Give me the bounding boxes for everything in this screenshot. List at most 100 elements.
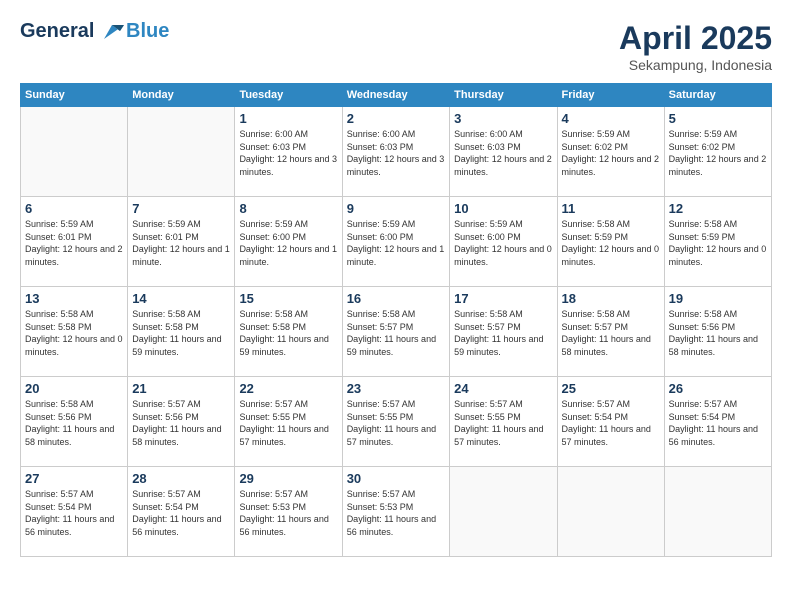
- calendar-cell: 24 Sunrise: 5:57 AMSunset: 5:55 PMDaylig…: [450, 377, 557, 467]
- day-info: Sunrise: 5:58 AMSunset: 5:58 PMDaylight:…: [25, 308, 123, 358]
- logo-general: General: [20, 20, 94, 42]
- calendar-cell: 8 Sunrise: 5:59 AMSunset: 6:00 PMDayligh…: [235, 197, 342, 287]
- day-number: 6: [25, 201, 123, 216]
- day-info: Sunrise: 5:57 AMSunset: 5:55 PMDaylight:…: [347, 398, 445, 448]
- day-of-week-wednesday: Wednesday: [342, 84, 449, 107]
- calendar-cell: 3 Sunrise: 6:00 AMSunset: 6:03 PMDayligh…: [450, 107, 557, 197]
- day-info: Sunrise: 5:57 AMSunset: 5:53 PMDaylight:…: [347, 488, 445, 538]
- day-number: 4: [562, 111, 660, 126]
- day-info: Sunrise: 6:00 AMSunset: 6:03 PMDaylight:…: [347, 128, 445, 178]
- day-number: 27: [25, 471, 123, 486]
- calendar-cell: 15 Sunrise: 5:58 AMSunset: 5:58 PMDaylig…: [235, 287, 342, 377]
- day-number: 30: [347, 471, 445, 486]
- calendar-cell: 12 Sunrise: 5:58 AMSunset: 5:59 PMDaylig…: [664, 197, 771, 287]
- day-info: Sunrise: 6:00 AMSunset: 6:03 PMDaylight:…: [239, 128, 337, 178]
- calendar-cell: 11 Sunrise: 5:58 AMSunset: 5:59 PMDaylig…: [557, 197, 664, 287]
- calendar-cell: 5 Sunrise: 5:59 AMSunset: 6:02 PMDayligh…: [664, 107, 771, 197]
- calendar-cell: 6 Sunrise: 5:59 AMSunset: 6:01 PMDayligh…: [21, 197, 128, 287]
- day-info: Sunrise: 5:57 AMSunset: 5:55 PMDaylight:…: [454, 398, 552, 448]
- day-number: 22: [239, 381, 337, 396]
- day-number: 19: [669, 291, 767, 306]
- day-number: 16: [347, 291, 445, 306]
- calendar-cell: [557, 467, 664, 557]
- calendar-cell: 22 Sunrise: 5:57 AMSunset: 5:55 PMDaylig…: [235, 377, 342, 467]
- calendar-cell: 14 Sunrise: 5:58 AMSunset: 5:58 PMDaylig…: [128, 287, 235, 377]
- calendar-week-row: 1 Sunrise: 6:00 AMSunset: 6:03 PMDayligh…: [21, 107, 772, 197]
- day-number: 11: [562, 201, 660, 216]
- day-info: Sunrise: 5:59 AMSunset: 6:00 PMDaylight:…: [347, 218, 445, 268]
- day-of-week-monday: Monday: [128, 84, 235, 107]
- calendar-cell: 18 Sunrise: 5:58 AMSunset: 5:57 PMDaylig…: [557, 287, 664, 377]
- day-of-week-tuesday: Tuesday: [235, 84, 342, 107]
- day-of-week-saturday: Saturday: [664, 84, 771, 107]
- calendar-cell: 27 Sunrise: 5:57 AMSunset: 5:54 PMDaylig…: [21, 467, 128, 557]
- calendar-cell: 26 Sunrise: 5:57 AMSunset: 5:54 PMDaylig…: [664, 377, 771, 467]
- day-info: Sunrise: 5:59 AMSunset: 6:01 PMDaylight:…: [25, 218, 123, 268]
- calendar-cell: 30 Sunrise: 5:57 AMSunset: 5:53 PMDaylig…: [342, 467, 449, 557]
- day-number: 21: [132, 381, 230, 396]
- calendar-cell: 1 Sunrise: 6:00 AMSunset: 6:03 PMDayligh…: [235, 107, 342, 197]
- calendar-cell: 9 Sunrise: 5:59 AMSunset: 6:00 PMDayligh…: [342, 197, 449, 287]
- day-number: 24: [454, 381, 552, 396]
- calendar-cell: 4 Sunrise: 5:59 AMSunset: 6:02 PMDayligh…: [557, 107, 664, 197]
- day-info: Sunrise: 5:57 AMSunset: 5:55 PMDaylight:…: [239, 398, 337, 448]
- day-number: 2: [347, 111, 445, 126]
- day-number: 26: [669, 381, 767, 396]
- day-of-week-sunday: Sunday: [21, 84, 128, 107]
- logo-blue: Blue: [126, 20, 169, 42]
- day-number: 28: [132, 471, 230, 486]
- calendar-week-row: 13 Sunrise: 5:58 AMSunset: 5:58 PMDaylig…: [21, 287, 772, 377]
- calendar-week-row: 20 Sunrise: 5:58 AMSunset: 5:56 PMDaylig…: [21, 377, 772, 467]
- title-block: April 2025 Sekampung, Indonesia: [619, 20, 772, 73]
- day-number: 7: [132, 201, 230, 216]
- day-info: Sunrise: 5:58 AMSunset: 5:59 PMDaylight:…: [562, 218, 660, 268]
- calendar-cell: 25 Sunrise: 5:57 AMSunset: 5:54 PMDaylig…: [557, 377, 664, 467]
- day-number: 9: [347, 201, 445, 216]
- day-info: Sunrise: 5:57 AMSunset: 5:54 PMDaylight:…: [132, 488, 230, 538]
- calendar-week-row: 27 Sunrise: 5:57 AMSunset: 5:54 PMDaylig…: [21, 467, 772, 557]
- day-info: Sunrise: 5:58 AMSunset: 5:57 PMDaylight:…: [347, 308, 445, 358]
- calendar-cell: 17 Sunrise: 5:58 AMSunset: 5:57 PMDaylig…: [450, 287, 557, 377]
- calendar-week-row: 6 Sunrise: 5:59 AMSunset: 6:01 PMDayligh…: [21, 197, 772, 287]
- day-info: Sunrise: 5:57 AMSunset: 5:54 PMDaylight:…: [562, 398, 660, 448]
- calendar-cell: 16 Sunrise: 5:58 AMSunset: 5:57 PMDaylig…: [342, 287, 449, 377]
- calendar-cell: 28 Sunrise: 5:57 AMSunset: 5:54 PMDaylig…: [128, 467, 235, 557]
- day-info: Sunrise: 5:59 AMSunset: 6:00 PMDaylight:…: [239, 218, 337, 268]
- day-info: Sunrise: 5:58 AMSunset: 5:58 PMDaylight:…: [239, 308, 337, 358]
- day-number: 29: [239, 471, 337, 486]
- calendar-cell: 7 Sunrise: 5:59 AMSunset: 6:01 PMDayligh…: [128, 197, 235, 287]
- day-info: Sunrise: 5:58 AMSunset: 5:58 PMDaylight:…: [132, 308, 230, 358]
- day-number: 3: [454, 111, 552, 126]
- calendar-cell: 10 Sunrise: 5:59 AMSunset: 6:00 PMDaylig…: [450, 197, 557, 287]
- calendar-cell: [664, 467, 771, 557]
- calendar-cell: [450, 467, 557, 557]
- day-info: Sunrise: 5:59 AMSunset: 6:02 PMDaylight:…: [669, 128, 767, 178]
- day-of-week-friday: Friday: [557, 84, 664, 107]
- page-header: General Blue April 2025 Sekampung, Indon…: [20, 20, 772, 73]
- day-number: 18: [562, 291, 660, 306]
- day-number: 5: [669, 111, 767, 126]
- day-info: Sunrise: 5:59 AMSunset: 6:02 PMDaylight:…: [562, 128, 660, 178]
- day-number: 20: [25, 381, 123, 396]
- location-subtitle: Sekampung, Indonesia: [619, 57, 772, 73]
- calendar-cell: 20 Sunrise: 5:58 AMSunset: 5:56 PMDaylig…: [21, 377, 128, 467]
- day-number: 25: [562, 381, 660, 396]
- logo-icon: [102, 23, 124, 41]
- calendar-table: SundayMondayTuesdayWednesdayThursdayFrid…: [20, 83, 772, 557]
- calendar-cell: 2 Sunrise: 6:00 AMSunset: 6:03 PMDayligh…: [342, 107, 449, 197]
- calendar-cell: 29 Sunrise: 5:57 AMSunset: 5:53 PMDaylig…: [235, 467, 342, 557]
- day-number: 10: [454, 201, 552, 216]
- calendar-cell: 21 Sunrise: 5:57 AMSunset: 5:56 PMDaylig…: [128, 377, 235, 467]
- day-info: Sunrise: 5:58 AMSunset: 5:59 PMDaylight:…: [669, 218, 767, 268]
- day-number: 14: [132, 291, 230, 306]
- day-number: 15: [239, 291, 337, 306]
- calendar-cell: 19 Sunrise: 5:58 AMSunset: 5:56 PMDaylig…: [664, 287, 771, 377]
- day-info: Sunrise: 5:58 AMSunset: 5:57 PMDaylight:…: [454, 308, 552, 358]
- month-title: April 2025: [619, 20, 772, 57]
- calendar-cell: 23 Sunrise: 5:57 AMSunset: 5:55 PMDaylig…: [342, 377, 449, 467]
- logo: General Blue: [20, 20, 169, 42]
- day-number: 8: [239, 201, 337, 216]
- day-info: Sunrise: 5:58 AMSunset: 5:56 PMDaylight:…: [669, 308, 767, 358]
- day-info: Sunrise: 5:58 AMSunset: 5:56 PMDaylight:…: [25, 398, 123, 448]
- calendar-header-row: SundayMondayTuesdayWednesdayThursdayFrid…: [21, 84, 772, 107]
